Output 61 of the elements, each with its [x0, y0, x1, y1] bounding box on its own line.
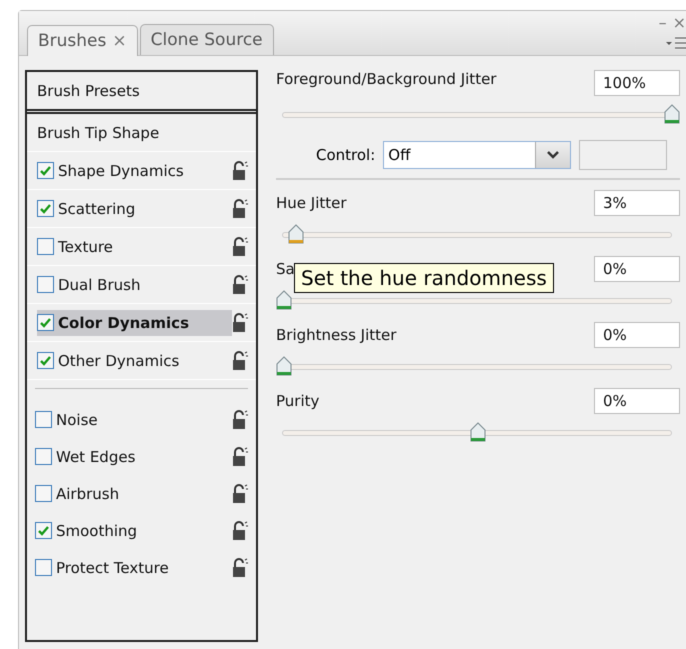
- value-field[interactable]: 3%: [594, 190, 680, 216]
- checkbox[interactable]: [37, 162, 54, 179]
- setting-label: Brightness Jitter: [276, 326, 396, 344]
- value-field[interactable]: 0%: [594, 388, 680, 414]
- checkbox[interactable]: [35, 559, 52, 576]
- list-item[interactable]: Other Dynamics: [37, 348, 232, 374]
- checkbox[interactable]: [37, 200, 54, 217]
- lock-icon[interactable]: [232, 484, 248, 504]
- list-item[interactable]: Brush Tip Shape: [37, 124, 160, 142]
- value-field[interactable]: 100%: [594, 70, 680, 96]
- panel-tab[interactable]: Brushes ×: [27, 25, 138, 56]
- setting-label: Purity: [276, 392, 320, 410]
- list-item[interactable]: Airbrush: [35, 480, 232, 506]
- lock-icon[interactable]: [232, 312, 248, 332]
- lock-icon[interactable]: [232, 236, 248, 256]
- menu-icon[interactable]: [666, 37, 686, 49]
- empty-field[interactable]: [579, 140, 668, 170]
- lock-icon[interactable]: [232, 410, 248, 430]
- slider-thumb[interactable]: [470, 422, 486, 442]
- hint-tooltip: Set the hue randomness: [294, 263, 554, 293]
- lock-icon[interactable]: [232, 198, 248, 218]
- list-item[interactable]: Wet Edges: [35, 444, 232, 470]
- list-item[interactable]: Texture: [37, 234, 232, 260]
- control-dropdown[interactable]: Off: [383, 141, 572, 169]
- lock-icon[interactable]: [232, 160, 248, 180]
- checkbox[interactable]: [35, 522, 52, 539]
- lock-icon[interactable]: [232, 558, 248, 578]
- lock-icon[interactable]: [232, 446, 248, 466]
- checkbox[interactable]: [35, 448, 52, 465]
- list-item[interactable]: Smoothing: [35, 518, 232, 544]
- setting-label: Hue Jitter: [276, 194, 347, 212]
- value-field[interactable]: 0%: [594, 322, 680, 348]
- list-item[interactable]: Protect Texture: [35, 554, 232, 580]
- checkbox[interactable]: [37, 314, 54, 331]
- lock-icon[interactable]: [232, 520, 248, 540]
- list-item[interactable]: Dual Brush: [37, 272, 232, 298]
- minimize-button[interactable]: –: [658, 13, 667, 32]
- close-icon[interactable]: ×: [112, 31, 127, 51]
- slider-thumb[interactable]: [276, 290, 292, 310]
- chevron-down-icon: [547, 151, 560, 159]
- list-item[interactable]: Color Dynamics: [37, 310, 232, 336]
- close-button[interactable]: ×: [672, 13, 686, 32]
- list-item[interactable]: Shape Dynamics: [37, 158, 232, 184]
- lock-icon[interactable]: [232, 274, 248, 294]
- lock-icon[interactable]: [232, 350, 248, 370]
- slider-thumb[interactable]: [664, 104, 680, 124]
- slider-thumb[interactable]: [276, 356, 292, 376]
- list-item[interactable]: Noise: [35, 406, 232, 432]
- list-item[interactable]: Brush Presets: [37, 82, 140, 100]
- control-label: Control:: [316, 146, 376, 164]
- slider-thumb[interactable]: [288, 224, 304, 244]
- checkbox[interactable]: [35, 411, 52, 428]
- list-item[interactable]: Scattering: [37, 196, 232, 222]
- checkbox[interactable]: [37, 352, 54, 369]
- checkbox[interactable]: [35, 485, 52, 502]
- checkbox[interactable]: [37, 276, 54, 293]
- panel-tab[interactable]: Clone Source: [140, 24, 274, 55]
- setting-label: Foreground/Background Jitter: [276, 70, 496, 88]
- setting-label: Sa: [276, 260, 295, 278]
- checkbox[interactable]: [37, 238, 54, 255]
- value-field[interactable]: 0%: [594, 256, 680, 282]
